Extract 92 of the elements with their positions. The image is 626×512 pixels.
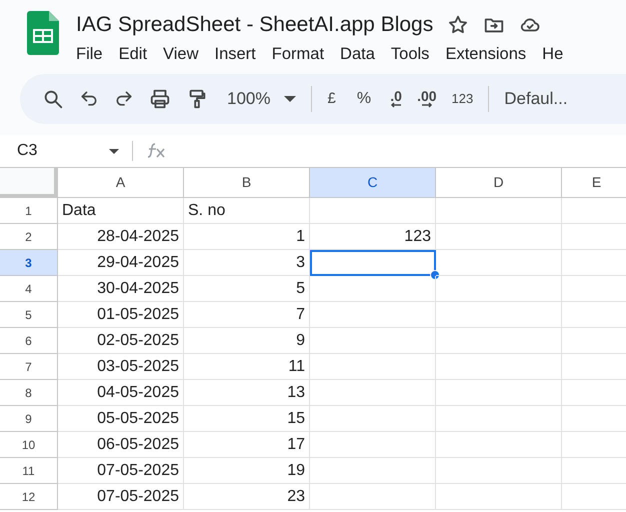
table-cell[interactable]: 17	[184, 432, 310, 458]
row-header[interactable]: 9	[0, 406, 58, 432]
row-header[interactable]: 10	[0, 432, 58, 458]
menu-item[interactable]: Insert	[214, 42, 256, 66]
print-icon[interactable]	[149, 88, 171, 110]
menu-item[interactable]: Edit	[118, 42, 148, 66]
table-cell[interactable]: 3	[184, 250, 310, 276]
table-cell[interactable]	[310, 302, 436, 328]
row-header[interactable]: 2	[0, 224, 58, 250]
table-cell[interactable]: 5	[184, 276, 310, 302]
table-cell[interactable]	[436, 250, 562, 276]
table-cell[interactable]: 11	[184, 354, 310, 380]
row-header[interactable]: 5	[0, 302, 58, 328]
table-cell[interactable]: 1	[184, 224, 310, 250]
table-cell[interactable]	[436, 276, 562, 302]
fill-handle[interactable]	[430, 270, 440, 280]
table-cell[interactable]: 01-05-2025	[58, 302, 184, 328]
left-arrow-icon	[390, 102, 402, 108]
row-header[interactable]: 6	[0, 328, 58, 354]
table-cell[interactable]: 04-05-2025	[58, 380, 184, 406]
name-box[interactable]: C3	[17, 139, 119, 163]
table-cell[interactable]	[310, 354, 436, 380]
row-header[interactable]: 8	[0, 380, 58, 406]
table-cell[interactable]: 13	[184, 380, 310, 406]
table-cell[interactable]: 28-04-2025	[58, 224, 184, 250]
menu-item[interactable]: Extensions	[445, 42, 526, 66]
table-cell[interactable]	[436, 380, 562, 406]
table-cell[interactable]: 15	[184, 406, 310, 432]
table-cell[interactable]: 06-05-2025	[58, 432, 184, 458]
row-header[interactable]: 1	[0, 198, 58, 224]
table-cell[interactable]: 29-04-2025	[58, 250, 184, 276]
percent-format-button[interactable]: %	[356, 87, 372, 111]
table-cell[interactable]: 9	[184, 328, 310, 354]
row-header[interactable]: 12	[0, 484, 58, 510]
table-cell[interactable]	[310, 458, 436, 484]
column-header[interactable]: A	[58, 168, 184, 198]
table-cell[interactable]: 07-05-2025	[58, 484, 184, 510]
font-dropdown[interactable]: Defaul...	[504, 86, 568, 112]
table-cell[interactable]	[310, 406, 436, 432]
menu-item[interactable]: File	[76, 42, 103, 66]
table-cell[interactable]	[436, 432, 562, 458]
table-cell[interactable]: 19	[184, 458, 310, 484]
table-cell[interactable]: S. no	[184, 198, 310, 224]
caret-icon	[109, 148, 119, 154]
table-cell[interactable]	[310, 380, 436, 406]
function-icon	[147, 142, 167, 160]
table-cell[interactable]: 123	[310, 224, 436, 250]
column-header[interactable]: B	[184, 168, 310, 198]
table-cell[interactable]	[436, 484, 562, 510]
select-all-corner[interactable]	[0, 168, 58, 198]
menu-item[interactable]: Data	[340, 42, 375, 66]
menu-item[interactable]: Format	[272, 42, 324, 66]
table-cell[interactable]	[436, 406, 562, 432]
table-cell[interactable]	[310, 432, 436, 458]
decrease-decimal-button[interactable]: .0	[390, 90, 402, 108]
table-cell[interactable]	[436, 458, 562, 484]
spreadsheet-logo-icon[interactable]	[27, 11, 59, 55]
table-cell[interactable]: 23	[184, 484, 310, 510]
table-cell[interactable]: 02-05-2025	[58, 328, 184, 354]
table-cell[interactable]: 03-05-2025	[58, 354, 184, 380]
table-cell[interactable]	[436, 224, 562, 250]
table-cell[interactable]	[310, 484, 436, 510]
menu-item[interactable]: Tools	[390, 42, 430, 66]
table-cell[interactable]	[436, 328, 562, 354]
column-header[interactable]: D	[436, 168, 562, 198]
table-cell[interactable]: 07-05-2025	[58, 458, 184, 484]
table-cell[interactable]: Data	[58, 198, 184, 224]
caret-icon	[284, 96, 296, 102]
row-header[interactable]: 4	[0, 276, 58, 302]
table-cell[interactable]: 30-04-2025	[58, 276, 184, 302]
menu-item[interactable]: He	[542, 42, 564, 66]
row-header[interactable]: 11	[0, 458, 58, 484]
currency-format-button[interactable]: £	[327, 88, 336, 110]
zoom-dropdown[interactable]: 100%	[227, 86, 296, 112]
menu-item[interactable]: View	[163, 42, 198, 66]
table-cell[interactable]	[436, 354, 562, 380]
table-cell[interactable]	[436, 302, 562, 328]
table-cell[interactable]: 05-05-2025	[58, 406, 184, 432]
right-arrow-icon	[420, 102, 433, 108]
table-cell[interactable]	[310, 276, 436, 302]
row-header[interactable]: 7	[0, 354, 58, 380]
table-cell[interactable]	[310, 198, 436, 224]
table-cell[interactable]	[436, 198, 562, 224]
column-header[interactable]: C	[310, 168, 436, 198]
star-icon[interactable]	[447, 14, 470, 36]
table-cell[interactable]	[310, 328, 436, 354]
document-title[interactable]: IAG SpreadSheet - SheetAI.app Blogs	[76, 9, 434, 40]
search-icon[interactable]	[42, 88, 64, 110]
table-cell[interactable]: 7	[184, 302, 310, 328]
row-header[interactable]: 3	[0, 250, 58, 276]
number-format-button[interactable]: 123	[452, 89, 474, 109]
increase-decimal-button[interactable]: .00	[417, 90, 437, 108]
